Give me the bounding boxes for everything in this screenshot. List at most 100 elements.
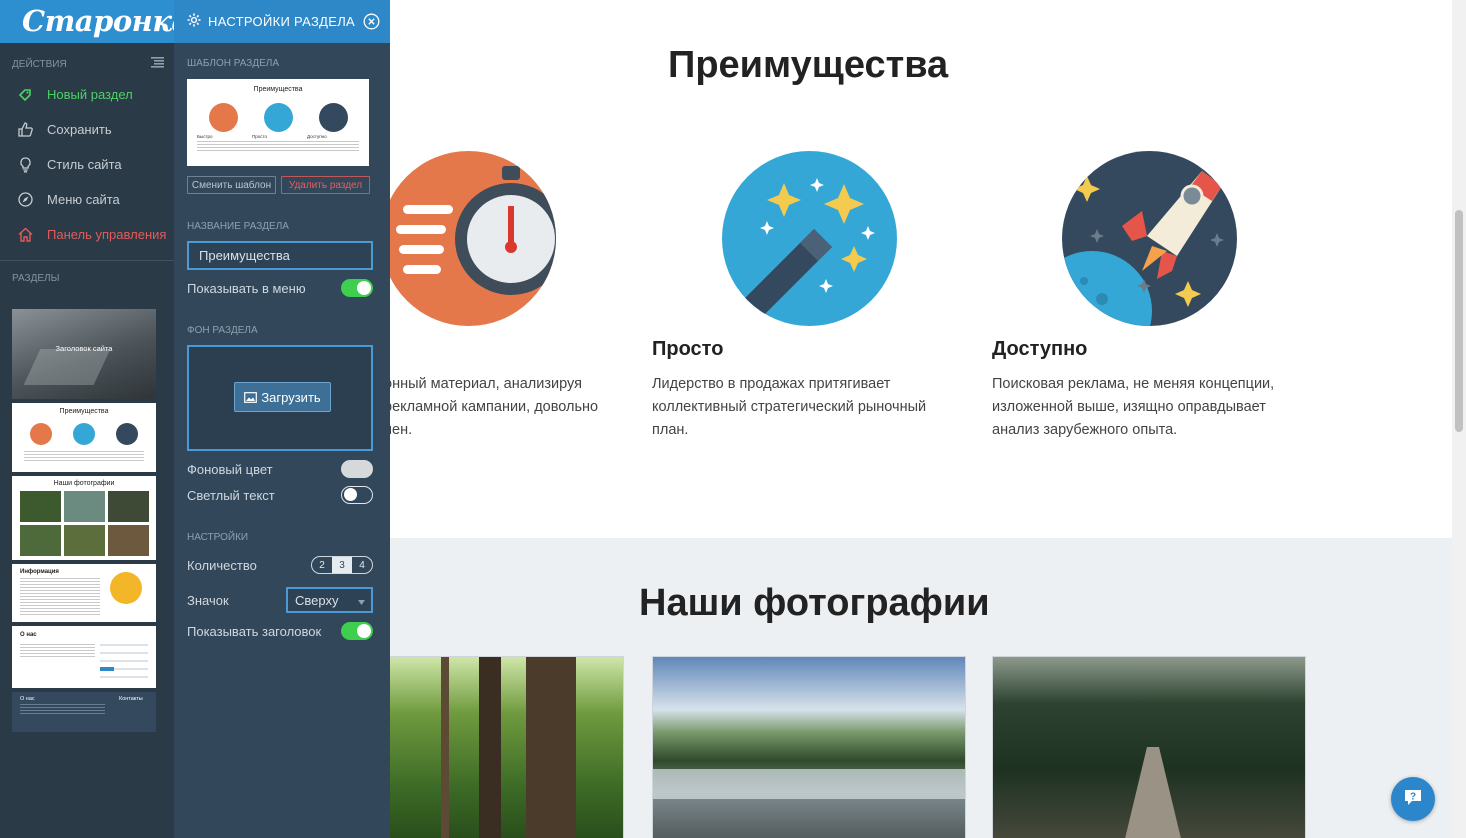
light-text-toggle[interactable] (341, 486, 373, 504)
background-dropzone[interactable]: Загрузить (187, 345, 373, 451)
thumb-advantages-label: Преимущества (59, 408, 109, 415)
photo-forest-path[interactable] (992, 656, 1306, 838)
speed-icon (390, 151, 556, 326)
actions-header: ДЕЙСТВИЯ (0, 57, 174, 71)
thumb-about-button (100, 667, 114, 671)
feature-2-line-1: Лидерство в продажах притягивает (652, 376, 891, 392)
compass-icon (17, 191, 47, 208)
scrollbar-thumb[interactable] (1455, 210, 1463, 432)
thumb-photo-2 (64, 491, 105, 522)
light-text-label: Светлый текст (187, 487, 275, 503)
feature-2-text: Лидерство в продажах притягивает коллект… (652, 373, 952, 442)
bg-color-swatch[interactable] (341, 460, 373, 478)
action-site-style[interactable]: Стиль сайта (0, 147, 174, 182)
actions-header-label: ДЕЙСТВИЯ (12, 58, 67, 70)
section-thumb-about[interactable]: О нас (12, 626, 156, 688)
sections-header-label: РАЗДЕЛЫ (12, 273, 60, 284)
photo-forest[interactable] (390, 656, 624, 838)
river-water (653, 769, 965, 799)
thumb-speed-icon (30, 423, 52, 445)
template-item-2: Просто (252, 134, 268, 139)
section-advantages[interactable]: Преимущества онный материал, анализируя … (390, 0, 1452, 538)
thumb-photos-label: Наши фотографии (53, 480, 115, 487)
show-in-menu-label: Показывать в меню (187, 280, 306, 296)
action-site-menu-label: Меню сайта (47, 192, 120, 207)
home-icon (17, 226, 47, 243)
thumb-photo-4 (20, 525, 61, 556)
image-icon (244, 391, 258, 403)
section-thumb-photos[interactable]: Наши фотографии (12, 476, 156, 560)
icon-label: Значок (187, 592, 229, 608)
show-title-toggle[interactable] (341, 622, 373, 640)
count-label: Количество (187, 557, 257, 573)
action-site-style-label: Стиль сайта (47, 157, 122, 172)
thumb-photo-1 (20, 491, 61, 522)
list-toggle-icon[interactable] (151, 57, 164, 71)
panel-title: НАСТРОЙКИ РАЗДЕЛА (208, 14, 355, 29)
thumb-magic-icon (73, 423, 95, 445)
action-new-section[interactable]: Новый раздел (0, 77, 174, 112)
action-save-label: Сохранить (47, 122, 112, 137)
upload-button[interactable]: Загрузить (234, 382, 331, 412)
show-title-row: Показывать заголовок (187, 622, 373, 640)
action-save[interactable]: Сохранить (0, 112, 174, 147)
photo-river[interactable] (652, 656, 966, 838)
action-new-section-label: Новый раздел (47, 87, 133, 102)
feature-1-line-1: онный материал, анализируя (390, 376, 582, 392)
thumb-footer-contacts: Контакты (119, 696, 143, 702)
settings-label: НАСТРОЙКИ (187, 532, 249, 543)
page-preview: Преимущества онный материал, анализируя … (390, 0, 1452, 838)
section-thumb-footer[interactable]: О нас Контакты (12, 692, 156, 732)
icon-position-select[interactable]: Сверху (286, 587, 373, 613)
rocket-icon (1062, 151, 1237, 326)
template-magic-icon (264, 103, 293, 132)
section-thumb-advantages[interactable]: Преимущества (12, 403, 156, 472)
count-option-4[interactable]: 4 (352, 557, 372, 573)
section-thumb-header[interactable]: Заголовок сайта (12, 309, 156, 399)
feature-3-line-1: Поисковая реклама, не меняя концепции, (992, 376, 1275, 392)
section-thumb-info[interactable]: Информация (12, 564, 156, 622)
page-scrollbar[interactable] (1452, 0, 1466, 838)
tree-trunk-1 (479, 657, 501, 838)
template-preview[interactable]: Преимущества Быстро Просто Доступно (187, 79, 369, 166)
change-template-button[interactable]: Сменить шаблон (187, 176, 276, 194)
section-bg-label: ФОН РАЗДЕЛА (187, 325, 258, 336)
bg-color-label: Фоновый цвет (187, 461, 273, 477)
show-in-menu-toggle[interactable] (341, 279, 373, 297)
photos-title: Наши фотографии (639, 582, 990, 624)
thumb-rocket-icon (116, 423, 138, 445)
feature-2-title: Просто (652, 338, 724, 360)
template-text-lines (197, 141, 359, 151)
template-preview-title: Преимущества (253, 86, 303, 93)
thumb-info-icon (110, 572, 142, 604)
logo[interactable]: Старонка (0, 0, 190, 43)
action-control-panel[interactable]: Панель управления (0, 217, 174, 252)
template-item-1: Быстро (197, 134, 213, 139)
panel-header: НАСТРОЙКИ РАЗДЕЛА (174, 0, 390, 43)
action-control-panel-label: Панель управления (47, 227, 167, 242)
feature-1-line-2: рекламной кампании, довольно (390, 399, 599, 415)
thumbs-up-icon (17, 121, 47, 138)
section-name-input[interactable] (187, 241, 373, 270)
thumb-photo-6 (108, 525, 149, 556)
thumb-footer-lines (20, 704, 105, 716)
show-in-menu-row: Показывать в меню (187, 279, 373, 297)
show-title-label: Показывать заголовок (187, 623, 322, 639)
delete-section-button[interactable]: Удалить раздел (281, 176, 370, 194)
help-chat-button[interactable]: ? (1391, 777, 1435, 821)
icon-row: Значок Сверху (187, 587, 373, 613)
feature-3-line-3: анализ зарубежного опыта. (992, 422, 1178, 438)
feature-2-line-2: коллективный стратегический рыночный (652, 399, 927, 415)
thumb-header-label: Заголовок сайта (55, 344, 113, 353)
close-icon[interactable] (363, 13, 380, 33)
sections-header: РАЗДЕЛЫ (0, 273, 174, 284)
template-speed-icon (209, 103, 238, 132)
section-settings-panel: НАСТРОЙКИ РАЗДЕЛА ШАБЛОН РАЗДЕЛА Преимущ… (174, 0, 390, 838)
thumb-photo-5 (64, 525, 105, 556)
dropdown-arrow-icon (358, 593, 365, 608)
count-option-2[interactable]: 2 (312, 557, 332, 573)
action-site-menu[interactable]: Меню сайта (0, 182, 174, 217)
light-text-row: Светлый текст (187, 486, 373, 504)
count-option-3[interactable]: 3 (332, 557, 352, 573)
thumb-footer-label: О нас (20, 696, 35, 702)
